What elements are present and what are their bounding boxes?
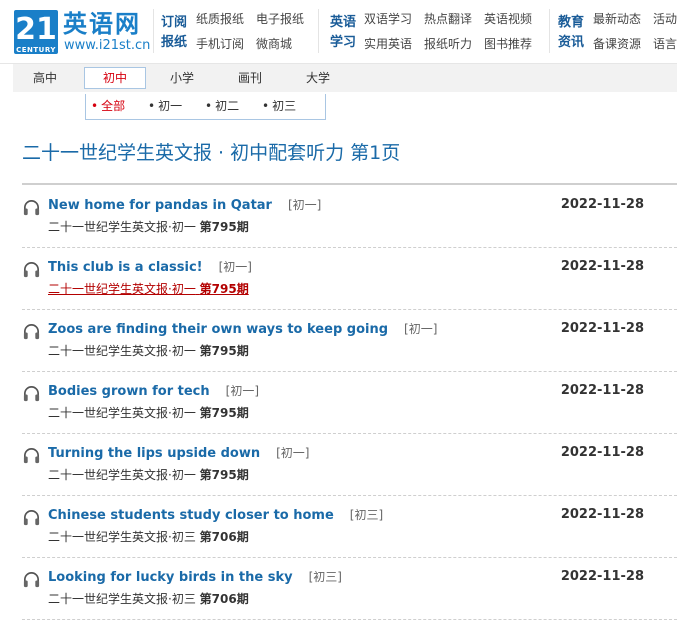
item-title-link[interactable]: New home for pandas in Qatar [初一] bbox=[48, 195, 321, 216]
item-grade-tag: [初三] bbox=[308, 570, 342, 584]
item-source-link[interactable]: 二十一世纪学生英文报·初一 第795期 bbox=[48, 404, 249, 422]
logo-url: www.i21st.cn bbox=[64, 38, 151, 53]
item-source-link[interactable]: 二十一世纪学生英文报·初一 第795期 bbox=[48, 466, 249, 484]
subtab-grade-7[interactable]: • 初一 bbox=[148, 97, 182, 115]
headphones-icon bbox=[23, 510, 40, 526]
list-item: Chinese students study closer to home [初三… bbox=[22, 496, 677, 558]
item-date: 2022-11-28 bbox=[560, 507, 644, 522]
tab-pictorial[interactable]: 画刊 bbox=[220, 68, 280, 88]
nav-group-heading: 英语 学习 bbox=[329, 15, 356, 50]
nav-link-mobile-sub[interactable]: 手机订阅 bbox=[196, 34, 244, 54]
nav-link-lesson-resources[interactable]: 备课资源 bbox=[593, 34, 641, 54]
grade-subtabs: • 全部 • 初一 • 初二 • 初三 bbox=[85, 94, 326, 120]
logo-title: 英语网 bbox=[63, 10, 141, 38]
item-title-link[interactable]: Chinese students study closer to home [初三… bbox=[48, 505, 383, 526]
subtab-all[interactable]: • 全部 bbox=[91, 97, 125, 115]
list-item: Looking for lucky birds in the sky [初三] 2… bbox=[22, 558, 677, 620]
nav-group-heading: 教育 资讯 bbox=[557, 15, 584, 50]
level-tabs: 高中 初中 小学 画刊 大学 bbox=[13, 64, 677, 92]
headphones-icon bbox=[23, 386, 40, 402]
nav-link-activities[interactable]: 活动 bbox=[653, 9, 677, 29]
item-grade-tag: [初三] bbox=[349, 508, 384, 522]
item-date: 2022-11-28 bbox=[560, 569, 644, 584]
item-title-link[interactable]: This club is a classic! [初一] bbox=[48, 257, 252, 278]
listening-list: New home for pandas in Qatar [初一] 2022-11… bbox=[22, 186, 677, 620]
headphones-icon bbox=[23, 200, 40, 216]
item-title-link[interactable]: Looking for lucky birds in the sky [初三] bbox=[48, 567, 342, 588]
tab-junior-high[interactable]: 初中 bbox=[84, 67, 146, 89]
tab-senior-high[interactable]: 高中 bbox=[15, 68, 75, 88]
nav-divider bbox=[549, 9, 550, 53]
item-date: 2022-11-28 bbox=[560, 321, 644, 336]
nav-link-paper[interactable]: 纸质报纸 bbox=[196, 9, 244, 29]
item-date: 2022-11-28 bbox=[560, 259, 644, 274]
item-grade-tag: [初一] bbox=[218, 260, 252, 274]
nav-link-practical[interactable]: 实用英语 bbox=[364, 34, 412, 54]
page-title: 二十一世纪学生英文报 · 初中配套听力 第1页 bbox=[22, 142, 401, 164]
nav-link-listening[interactable]: 报纸听力 bbox=[424, 34, 472, 54]
nav-link-microstore[interactable]: 微商城 bbox=[256, 34, 292, 54]
site-logo[interactable]: 21 CENTURY 英语网 www.i21st.cn bbox=[14, 10, 150, 54]
item-grade-tag: [初一] bbox=[276, 446, 310, 460]
headphones-icon bbox=[23, 324, 40, 340]
nav-link-bilingual[interactable]: 双语学习 bbox=[364, 9, 412, 29]
list-item: Bodies grown for tech [初一] 2022-11-28 二十一… bbox=[22, 372, 677, 434]
headphones-icon bbox=[23, 262, 40, 278]
item-title-link[interactable]: Bodies grown for tech [初一] bbox=[48, 381, 259, 402]
nav-link-hot-translation[interactable]: 热点翻译 bbox=[424, 9, 472, 29]
nav-link-latest[interactable]: 最新动态 bbox=[593, 9, 641, 29]
item-source-link[interactable]: 二十一世纪学生英文报·初一 第795期 bbox=[48, 218, 249, 236]
nav-link-books[interactable]: 图书推荐 bbox=[484, 34, 532, 54]
nav-group-heading: 订阅 报纸 bbox=[160, 15, 187, 50]
headphones-icon bbox=[23, 448, 40, 464]
item-date: 2022-11-28 bbox=[560, 197, 644, 212]
item-title-link[interactable]: Zoos are finding their own ways to keep … bbox=[48, 319, 437, 340]
subtab-grade-9[interactable]: • 初三 bbox=[262, 97, 296, 115]
item-title-link[interactable]: Turning the lips upside down [初一] bbox=[48, 443, 309, 464]
nav-divider bbox=[153, 9, 154, 53]
site-header: 21 CENTURY 英语网 www.i21st.cn 订阅 报纸 纸质报纸 电子… bbox=[0, 0, 677, 64]
nav-link-video[interactable]: 英语视频 bbox=[484, 9, 532, 29]
list-item: Turning the lips upside down [初一] 2022-11… bbox=[22, 434, 677, 496]
item-grade-tag: [初一] bbox=[404, 322, 438, 336]
tab-university[interactable]: 大学 bbox=[288, 68, 348, 88]
headphones-icon bbox=[23, 572, 40, 588]
item-source-link[interactable]: 二十一世纪学生英文报·初一 第795期 bbox=[48, 342, 249, 360]
item-grade-tag: [初一] bbox=[287, 198, 322, 212]
tab-primary[interactable]: 小学 bbox=[152, 68, 212, 88]
list-item: Zoos are finding their own ways to keep … bbox=[22, 310, 677, 372]
item-date: 2022-11-28 bbox=[560, 383, 644, 398]
logo-mark: 21 CENTURY bbox=[14, 10, 58, 54]
item-date: 2022-11-28 bbox=[560, 445, 644, 460]
nav-link-epaper[interactable]: 电子报纸 bbox=[256, 9, 304, 29]
title-divider bbox=[22, 183, 677, 185]
item-source-link[interactable]: 二十一世纪学生英文报·初一 第795期 bbox=[48, 280, 249, 298]
item-source-link[interactable]: 二十一世纪学生英文报·初三 第706期 bbox=[48, 590, 249, 608]
item-grade-tag: [初一] bbox=[225, 384, 260, 398]
list-item: This club is a classic! [初一] 2022-11-28 二… bbox=[22, 248, 677, 310]
list-item: New home for pandas in Qatar [初一] 2022-11… bbox=[22, 186, 677, 248]
subtab-grade-8[interactable]: • 初二 bbox=[205, 97, 239, 115]
nav-divider bbox=[318, 9, 319, 53]
item-source-link[interactable]: 二十一世纪学生英文报·初三 第706期 bbox=[48, 528, 249, 546]
nav-link-language[interactable]: 语言 bbox=[653, 34, 677, 54]
